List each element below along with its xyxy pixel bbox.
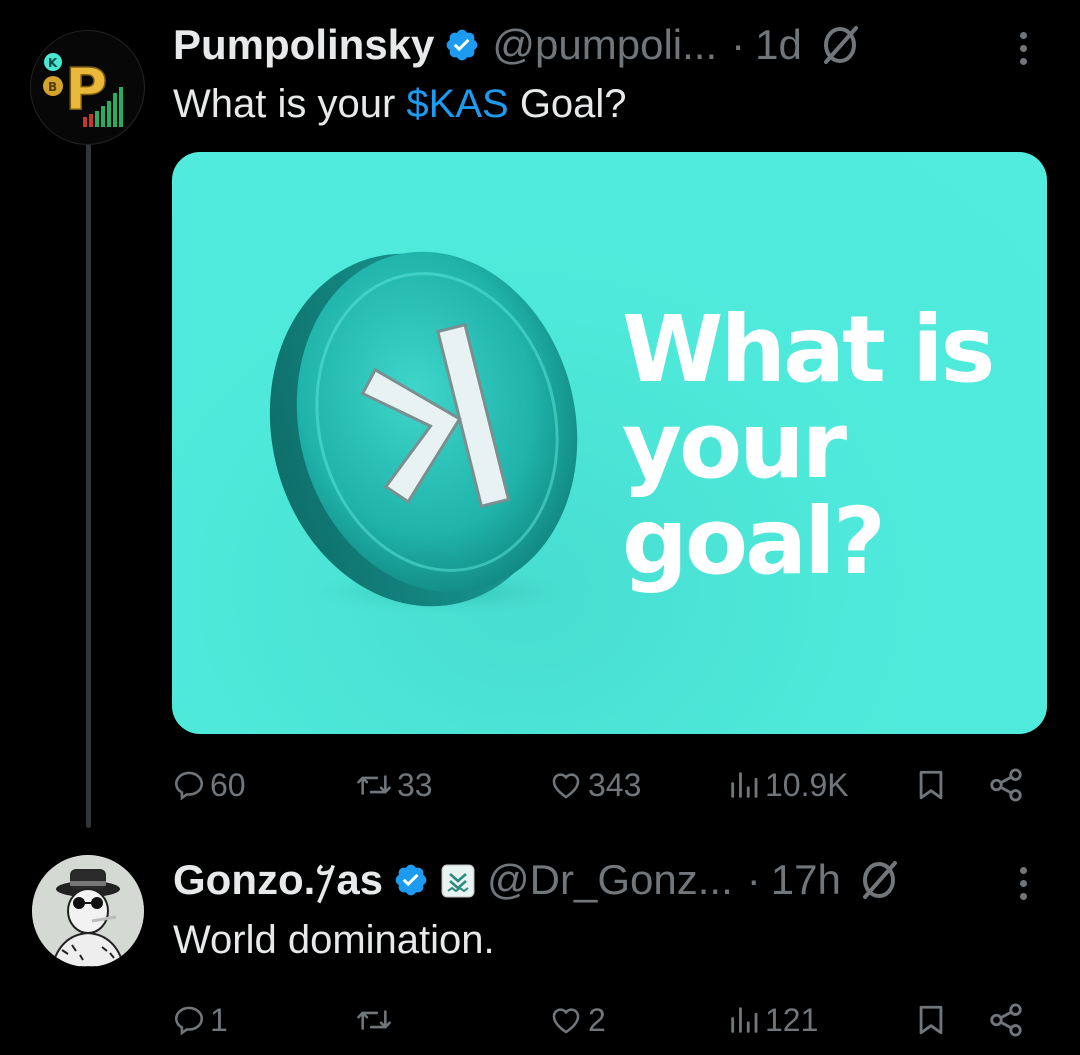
separator-dot: ·	[746, 856, 761, 903]
thread-connector-line	[86, 143, 91, 828]
media-caption-line: What is	[622, 296, 995, 403]
tweet-header: Pumpolinsky @pumpoli... · 1d	[173, 15, 862, 75]
tweet-text-part: Goal?	[508, 82, 627, 126]
media-caption-line: your	[622, 392, 847, 499]
repost-button[interactable]	[355, 995, 397, 1045]
like-icon	[552, 1008, 580, 1034]
views-icon	[731, 772, 758, 798]
avatar[interactable]: P K B	[30, 30, 145, 145]
grok-icon[interactable]	[859, 859, 901, 901]
author-handle[interactable]: @Dr_Gonz...	[487, 859, 733, 901]
timestamp[interactable]: 17h	[771, 859, 841, 901]
tweet-actions: 1 2 121	[172, 995, 1042, 1045]
avatar[interactable]	[32, 855, 144, 967]
kaspa-coin-icon	[269, 251, 592, 618]
reply-icon	[174, 771, 204, 801]
verified-badge-icon[interactable]	[444, 27, 480, 63]
share-icon	[990, 768, 1022, 802]
views-icon	[731, 1007, 758, 1033]
author-name[interactable]: Gonzo.𐤊as	[173, 859, 383, 901]
repost-icon	[357, 1010, 391, 1030]
reply-button[interactable]: 60	[172, 760, 246, 810]
share-button[interactable]	[987, 995, 1025, 1045]
views-count: 121	[765, 1001, 819, 1038]
tweet-media-image[interactable]: What is your goal?	[172, 152, 1047, 734]
tweet-text: What is your $KAS Goal?	[173, 82, 627, 127]
like-count: 343	[588, 766, 642, 803]
reply-button[interactable]: 1	[172, 995, 228, 1045]
views-count: 10.9K	[765, 766, 849, 803]
views-button[interactable]: 10.9K	[727, 760, 849, 810]
views-button[interactable]: 121	[727, 995, 818, 1045]
like-icon	[552, 773, 580, 799]
grok-icon[interactable]	[820, 24, 862, 66]
reply-count: 60	[210, 766, 246, 803]
repost-count: 33	[397, 766, 433, 803]
svg-text:K: K	[48, 56, 58, 70]
bookmark-icon	[919, 770, 943, 800]
tweet-text: World domination.	[173, 918, 495, 962]
reply-count: 1	[210, 1001, 228, 1038]
more-icon[interactable]	[1016, 862, 1030, 902]
share-icon	[990, 1003, 1022, 1037]
author-name[interactable]: Pumpolinsky	[173, 24, 434, 66]
like-count: 2	[588, 1001, 606, 1038]
affiliate-badge-icon[interactable]	[441, 863, 475, 898]
svg-text:P: P	[65, 55, 108, 123]
bookmark-button[interactable]	[914, 760, 948, 810]
author-handle[interactable]: @pumpoli...	[492, 24, 717, 66]
media-caption: What is your goal?	[622, 302, 1022, 590]
verified-badge-icon[interactable]	[393, 862, 429, 898]
separator-dot: ·	[731, 21, 746, 68]
repost-button[interactable]: 33	[355, 760, 433, 810]
like-button[interactable]: 2	[548, 995, 606, 1045]
bookmark-icon	[919, 1005, 943, 1035]
svg-text:B: B	[48, 80, 57, 94]
more-icon[interactable]	[1016, 27, 1030, 67]
tweet-actions: 60 33 343 10.9K	[172, 760, 1042, 810]
share-button[interactable]	[987, 760, 1025, 810]
like-button[interactable]: 343	[548, 760, 641, 810]
cashtag-link[interactable]: $KAS	[406, 82, 508, 126]
reply-icon	[174, 1006, 204, 1036]
media-caption-line: goal?	[622, 488, 886, 595]
tweet-text-part: What is your	[173, 82, 407, 126]
bookmark-button[interactable]	[914, 995, 948, 1045]
repost-icon	[357, 775, 391, 795]
timestamp[interactable]: 1d	[755, 24, 802, 66]
tweet-header: Gonzo.𐤊as @Dr_Gonz... · 17h	[173, 850, 901, 910]
